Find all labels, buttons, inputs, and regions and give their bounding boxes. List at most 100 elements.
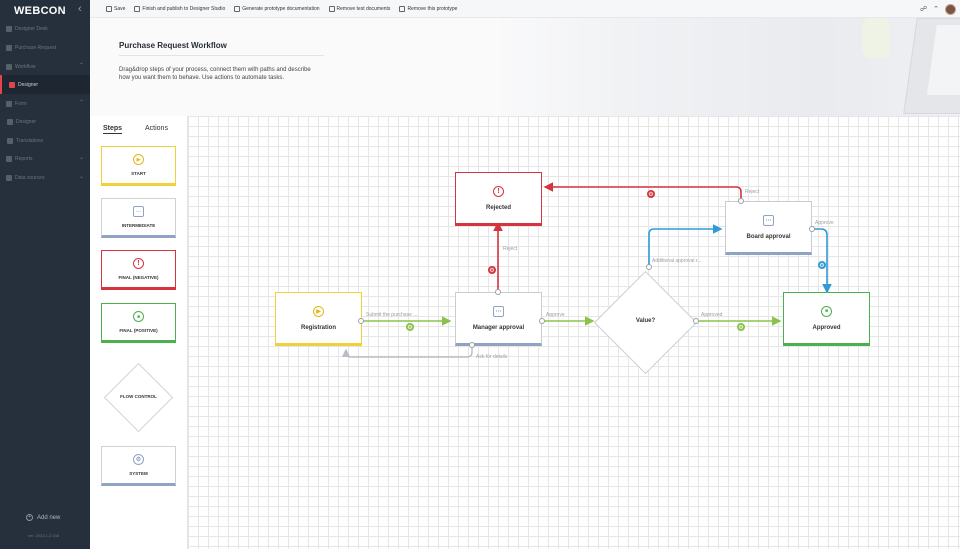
edge-board-reject bbox=[543, 182, 742, 201]
connector-port[interactable] bbox=[646, 264, 652, 270]
connector-port[interactable] bbox=[539, 318, 545, 324]
remove-prototype-button[interactable]: Remove this prototype bbox=[399, 5, 457, 12]
cup-illustration bbox=[862, 18, 890, 58]
palette-intermediate-step[interactable]: ⋯ INTERMEDIATE bbox=[101, 198, 176, 238]
page-header: Purchase Request Workflow Drag&drop step… bbox=[90, 18, 960, 116]
sidebar-item-workflow-designer[interactable]: Designer bbox=[0, 75, 90, 94]
sidebar-item-designer-desk[interactable]: Designer Desk bbox=[0, 19, 90, 38]
palette-label: SYSTEM bbox=[129, 471, 148, 476]
edge-label-additional: Additional approval r... bbox=[652, 258, 702, 264]
palette-final-positive-step[interactable]: ■ FINAL (POSITIVE) bbox=[101, 303, 176, 343]
connector-port[interactable] bbox=[809, 226, 815, 232]
stop-icon: ■ bbox=[821, 305, 832, 317]
laptop-illustration bbox=[903, 18, 960, 114]
tab-actions[interactable]: Actions bbox=[145, 125, 168, 132]
workflow-canvas[interactable]: ⚙ ⚙ ⚙ ⚙ ⚙ Submit the purchase ... Approv… bbox=[187, 116, 960, 549]
sidebar-item-form[interactable]: Form ⌃ bbox=[0, 94, 90, 113]
sidebar-item-form-designer[interactable]: Designer bbox=[0, 112, 90, 131]
page-description: Drag&drop steps of your process, connect… bbox=[119, 67, 311, 81]
step-rejected[interactable]: ! Rejected bbox=[455, 172, 542, 226]
path-action-gear-icon[interactable]: ⚙ bbox=[647, 190, 655, 198]
step-manager-approval[interactable]: ⋯ Manager approval bbox=[455, 292, 542, 346]
webcon-logo: WEBCON bbox=[14, 5, 66, 17]
sidebar-item-label: Form bbox=[15, 100, 27, 107]
dots-icon: ⋯ bbox=[763, 214, 774, 226]
edge-label-board-reject: Reject bbox=[745, 189, 760, 195]
path-action-gear-icon[interactable]: ⚙ bbox=[406, 323, 414, 331]
palette-label: FLOW CONTROL bbox=[120, 394, 157, 399]
sidebar-item-label: Reports bbox=[15, 155, 33, 162]
alert-icon: ! bbox=[493, 185, 504, 197]
sidebar-item-label: Designer bbox=[16, 118, 37, 125]
step-label: Manager approval bbox=[472, 324, 525, 331]
step-label: Approved bbox=[812, 324, 841, 331]
path-action-gear-icon[interactable]: ⚙ bbox=[488, 266, 496, 274]
edge-label-reject: Reject bbox=[503, 246, 518, 252]
palette-start-step[interactable]: ▶ START bbox=[101, 146, 176, 186]
palette-final-negative-step[interactable]: ! FINAL (NEGATIVE) bbox=[101, 250, 176, 290]
edge-label-approve: Approve bbox=[546, 312, 565, 318]
document-icon bbox=[234, 5, 241, 12]
chevron-down-icon: ⌄ bbox=[78, 155, 84, 161]
chevron-up-icon: ⌃ bbox=[78, 100, 84, 106]
workflow-icon bbox=[6, 63, 12, 70]
designer-icon bbox=[7, 118, 13, 125]
sidebar-item-translations[interactable]: Translations bbox=[0, 131, 90, 150]
sidebar-item-label: Designer Desk bbox=[15, 25, 48, 32]
form-icon bbox=[6, 100, 12, 107]
step-label: Board approval bbox=[746, 233, 791, 240]
sidebar-item-label: Purchase Request bbox=[15, 44, 57, 51]
hero-image bbox=[490, 18, 960, 116]
reports-icon bbox=[6, 155, 12, 162]
sidebar-item-label: Data sources bbox=[15, 174, 45, 181]
collapse-sidebar-icon[interactable]: ‹ bbox=[78, 3, 82, 15]
save-label: Save bbox=[114, 5, 126, 12]
path-action-gear-icon[interactable]: ⚙ bbox=[818, 261, 826, 269]
step-board-approval[interactable]: ⋯ Board approval bbox=[725, 201, 812, 255]
translate-icon bbox=[7, 137, 13, 144]
edge-label-board-approve: Approve bbox=[815, 220, 834, 226]
sidebar-item-label: Designer bbox=[18, 81, 39, 88]
save-button[interactable]: Save bbox=[106, 5, 126, 12]
generate-docs-label: Generate prototype documentation bbox=[242, 5, 320, 12]
connector-port[interactable] bbox=[738, 198, 744, 204]
save-icon bbox=[106, 5, 112, 12]
link-icon[interactable]: ☍ bbox=[920, 5, 927, 13]
stop-icon: ■ bbox=[133, 311, 144, 322]
connector-port[interactable] bbox=[469, 342, 475, 348]
finish-publish-button[interactable]: Finish and publish to Designer Studio bbox=[134, 5, 225, 12]
sidebar-item-label: Workflow bbox=[15, 63, 36, 70]
plus-icon: + bbox=[26, 514, 33, 521]
path-action-gear-icon[interactable]: ⚙ bbox=[737, 323, 745, 331]
version-label: ver. 2023.1.2.158 bbox=[28, 533, 59, 538]
connector-port[interactable] bbox=[693, 318, 699, 324]
trash-icon bbox=[399, 5, 406, 12]
sidebar-item-purchase-request[interactable]: Purchase Request bbox=[0, 38, 90, 57]
edge-label-ask: Ask for details bbox=[476, 354, 508, 360]
tab-steps[interactable]: Steps bbox=[103, 125, 123, 134]
step-registration[interactable]: ▶ Registration bbox=[275, 292, 362, 346]
sidebar-item-reports[interactable]: Reports ⌄ bbox=[0, 149, 90, 168]
dots-icon: ⋯ bbox=[133, 206, 144, 217]
page-title: Purchase Request Workflow bbox=[119, 41, 227, 50]
sidebar-item-label: Translations bbox=[16, 137, 44, 144]
edge-label-submit: Submit the purchase ... bbox=[366, 312, 418, 318]
palette-system-step[interactable]: ⚙ SYSTEM bbox=[101, 446, 176, 486]
palette-flow-control-step[interactable]: FLOW CONTROL bbox=[101, 360, 176, 435]
connector-port[interactable] bbox=[358, 318, 364, 324]
step-approved[interactable]: ■ Approved bbox=[783, 292, 870, 346]
edge-label-approved: Approved bbox=[701, 312, 723, 318]
add-new-button[interactable]: + Add new bbox=[26, 514, 60, 521]
designer-icon bbox=[9, 81, 15, 88]
sidebar-item-data-sources[interactable]: Data sources ⌄ bbox=[0, 168, 90, 187]
generate-docs-button[interactable]: Generate prototype documentation bbox=[234, 5, 320, 12]
chevron-up-icon: ⌃ bbox=[78, 63, 84, 69]
app-icon bbox=[6, 44, 12, 51]
user-avatar[interactable] bbox=[945, 3, 956, 15]
remove-test-docs-button[interactable]: Remove test documents bbox=[328, 5, 390, 12]
chevron-up-icon[interactable]: ⌃ bbox=[933, 5, 939, 13]
steps-palette: Steps Actions ▶ START ⋯ INTERMEDIATE ! F… bbox=[90, 116, 187, 549]
dots-icon: ⋯ bbox=[493, 305, 504, 317]
sidebar-item-workflow[interactable]: Workflow ⌃ bbox=[0, 57, 90, 76]
connector-port[interactable] bbox=[495, 289, 501, 295]
